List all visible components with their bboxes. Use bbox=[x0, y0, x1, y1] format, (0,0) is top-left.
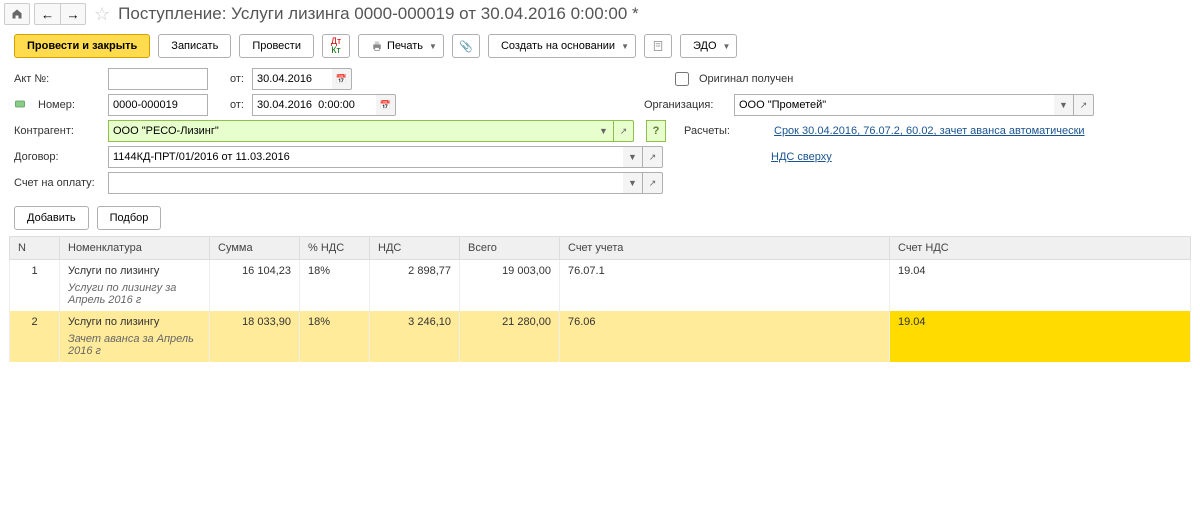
settlements-link[interactable]: Срок 30.04.2016, 76.07.2, 60.02, зачет а… bbox=[774, 125, 1085, 137]
print-icon bbox=[371, 40, 383, 52]
open-button[interactable]: ↗ bbox=[1074, 94, 1094, 116]
attachment-button[interactable]: 📎 bbox=[452, 34, 480, 58]
back-button[interactable]: ← bbox=[34, 3, 60, 25]
th-nomenclature[interactable]: Номенклатура bbox=[60, 237, 210, 260]
nds-link[interactable]: НДС сверху bbox=[771, 151, 832, 163]
settlements-label: Расчеты: bbox=[684, 125, 764, 137]
select-button[interactable]: Подбор bbox=[97, 206, 162, 230]
print-button[interactable]: Печать ▼ bbox=[358, 34, 444, 58]
number-input[interactable] bbox=[108, 94, 208, 116]
calendar-button[interactable]: 📅 bbox=[332, 68, 352, 90]
org-label: Организация: bbox=[644, 99, 724, 111]
th-nds[interactable]: НДС bbox=[370, 237, 460, 260]
calendar-icon: 📅 bbox=[336, 74, 347, 85]
contract-input[interactable] bbox=[108, 146, 623, 168]
th-account[interactable]: Счет учета bbox=[560, 237, 890, 260]
caret-down-icon: ▼ bbox=[429, 42, 437, 51]
open-button[interactable]: ↗ bbox=[643, 146, 663, 168]
contract-label: Договор: bbox=[14, 151, 100, 163]
dropdown-button[interactable]: ▼ bbox=[623, 172, 643, 194]
calendar-icon: 📅 bbox=[380, 100, 391, 111]
help-button[interactable]: ? bbox=[646, 120, 666, 142]
th-pct-nds[interactable]: % НДС bbox=[300, 237, 370, 260]
act-date-input[interactable] bbox=[252, 68, 332, 90]
dtkt-button[interactable]: ДтКт bbox=[322, 34, 350, 58]
arrow-right-icon: → bbox=[66, 7, 79, 22]
calendar-button[interactable]: 📅 bbox=[376, 94, 396, 116]
dropdown-button[interactable]: ▼ bbox=[594, 120, 614, 142]
document-icon bbox=[652, 40, 664, 52]
create-based-button[interactable]: Создать на основании ▼ bbox=[488, 34, 636, 58]
number-label: Номер: bbox=[38, 99, 100, 111]
th-nds-account[interactable]: Счет НДС bbox=[890, 237, 1191, 260]
number-date-input[interactable] bbox=[252, 94, 376, 116]
open-button[interactable]: ↗ bbox=[614, 120, 634, 142]
add-button[interactable]: Добавить bbox=[14, 206, 89, 230]
caret-down-icon: ▼ bbox=[621, 42, 629, 51]
edo-button[interactable]: ЭДО ▼ bbox=[680, 34, 737, 58]
page-title: Поступление: Услуги лизинга 0000-000019 … bbox=[118, 4, 639, 24]
number-from-label: от: bbox=[216, 99, 244, 111]
items-table: N Номенклатура Сумма % НДС НДС Всего Сче… bbox=[9, 236, 1191, 362]
th-sum[interactable]: Сумма bbox=[210, 237, 300, 260]
home-icon bbox=[11, 8, 23, 20]
status-icon bbox=[14, 98, 26, 110]
org-input[interactable] bbox=[734, 94, 1054, 116]
original-received-checkbox[interactable] bbox=[675, 72, 689, 86]
open-button[interactable]: ↗ bbox=[643, 172, 663, 194]
arrow-left-icon: ← bbox=[41, 7, 54, 22]
invoice-input[interactable] bbox=[108, 172, 623, 194]
act-label: Акт №: bbox=[14, 73, 100, 85]
save-button[interactable]: Записать bbox=[158, 34, 231, 58]
home-button[interactable] bbox=[4, 3, 30, 25]
th-n[interactable]: N bbox=[10, 237, 60, 260]
table-row[interactable]: 1 Услуги по лизингу 16 104,23 18% 2 898,… bbox=[10, 260, 1191, 283]
table-row[interactable]: 2 Услуги по лизингу 18 033,90 18% 3 246,… bbox=[10, 311, 1191, 333]
dropdown-button[interactable]: ▼ bbox=[623, 146, 643, 168]
act-number-input[interactable] bbox=[108, 68, 208, 90]
invoice-label: Счет на оплату: bbox=[14, 177, 100, 189]
forward-button[interactable]: → bbox=[60, 3, 86, 25]
counterparty-label: Контрагент: bbox=[14, 125, 100, 137]
table-row-desc: Услуги по лизингу за Апрель 2016 г bbox=[10, 282, 1191, 311]
report-button[interactable] bbox=[644, 34, 672, 58]
favorite-icon[interactable]: ☆ bbox=[94, 4, 110, 25]
act-from-label: от: bbox=[216, 73, 244, 85]
table-row-desc: Зачет аванса за Апрель 2016 г bbox=[10, 333, 1191, 362]
dropdown-button[interactable]: ▼ bbox=[1054, 94, 1074, 116]
counterparty-input[interactable] bbox=[108, 120, 594, 142]
post-button[interactable]: Провести bbox=[239, 34, 314, 58]
th-total[interactable]: Всего bbox=[460, 237, 560, 260]
paperclip-icon: 📎 bbox=[459, 40, 473, 53]
caret-down-icon: ▼ bbox=[723, 42, 731, 51]
dtkt-icon: ДтКт bbox=[331, 37, 341, 55]
post-and-close-button[interactable]: Провести и закрыть bbox=[14, 34, 150, 58]
original-received-label: Оригинал получен bbox=[699, 73, 793, 85]
